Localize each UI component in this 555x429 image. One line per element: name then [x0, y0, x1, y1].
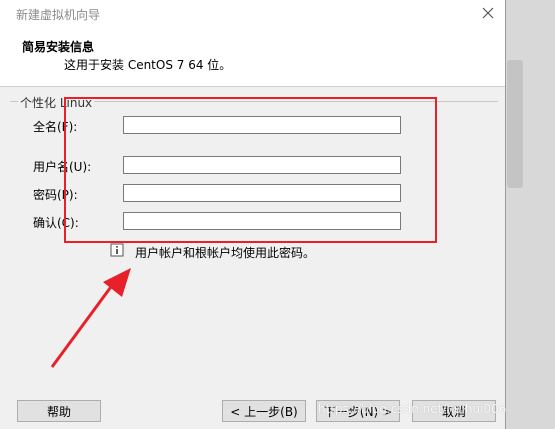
page-title: 简易安装信息	[22, 40, 95, 54]
info-icon	[110, 243, 124, 257]
annotation-rectangle	[64, 97, 437, 243]
help-button[interactable]: 帮助	[17, 400, 101, 422]
password-info-text: 用户帐户和根帐户均使用此密码。	[135, 246, 316, 260]
close-button[interactable]	[475, 2, 501, 24]
page-header: 简易安装信息 这用于安装 CentOS 7 64 位。	[0, 28, 505, 87]
background-window-edge	[507, 60, 523, 188]
window-title: 新建虚拟机向导	[16, 8, 101, 22]
title-bar: 新建虚拟机向导	[0, 0, 505, 28]
back-button[interactable]: < 上一步(B)	[222, 400, 306, 422]
watermark-text: https://blog.csdn.net/huihui006	[318, 402, 507, 416]
page-subtitle: 这用于安装 CentOS 7 64 位。	[64, 58, 232, 72]
close-icon	[482, 7, 494, 19]
